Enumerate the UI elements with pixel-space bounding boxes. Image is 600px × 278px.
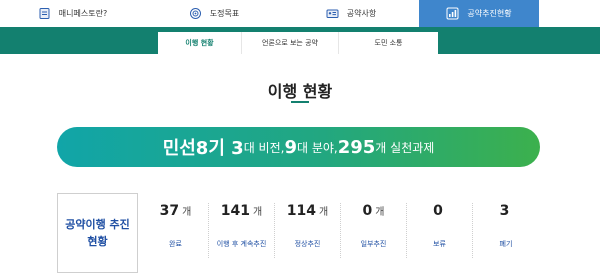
banner-term-count: 민선8기 3	[162, 138, 244, 159]
target-icon	[189, 7, 202, 20]
stat-continuing: 141 개 이행 후 계속추진	[209, 203, 275, 258]
id-card-icon	[326, 7, 339, 20]
banner-vision-unit: 대 비전,	[243, 140, 285, 155]
sub-tabs: 이행 현황 언론으로 보는 공약 도민 소통	[158, 32, 438, 54]
stat-partial: 0개 일부추진	[341, 203, 407, 258]
tab-label: 이행 현황	[185, 39, 214, 47]
page-title: 이행 현황	[267, 82, 333, 101]
stat-label: 일부추진	[360, 240, 387, 248]
stat-label: 정상추진	[294, 240, 321, 248]
status-box-label: 공약이행 추진 현황	[65, 218, 130, 248]
tab-citizen-communication[interactable]: 도민 소통	[339, 32, 438, 54]
nav-item-label: 도정목표	[209, 9, 240, 18]
nav-item-pledges[interactable]: 공약사항	[283, 0, 419, 27]
stat-label: 이행 후 계속추진	[216, 240, 267, 248]
nav-item-label: 공약사항	[346, 9, 377, 18]
chart-icon	[446, 7, 459, 20]
stat-value: 0	[362, 203, 373, 219]
stat-value: 141	[220, 203, 251, 219]
stat-value: 0	[433, 203, 443, 219]
stat-discarded: 3 폐기	[473, 203, 539, 258]
stat-value: 3	[499, 203, 510, 219]
summary-banner: 민선8기 3 대 비전, 9 대 분야, 295 개 실천과제	[57, 127, 540, 167]
banner-field-unit: 대 분야,	[296, 140, 338, 155]
nav-item-progress[interactable]: 공약추진현황	[419, 0, 539, 27]
top-navigation: 매니페스토란? 도정목표 공약사항 공약추진현황	[0, 0, 600, 27]
stats-row: 37 개 완료 141 개 이행 후 계속추진 114 개 정상추진 0개 일부추진 …	[143, 203, 540, 258]
tab-label: 언론으로 보는 공약	[262, 39, 318, 47]
title-underline	[291, 101, 309, 103]
stat-label: 보류	[433, 240, 446, 248]
banner-task-count: 295	[337, 136, 376, 158]
stat-unit: 개	[319, 207, 329, 218]
nav-item-label: 공약추진현황	[467, 9, 512, 18]
stat-completed: 37 개 완료	[143, 203, 209, 258]
nav-item-manifesto[interactable]: 매니페스토란?	[0, 0, 145, 27]
nav-item-goals[interactable]: 도정목표	[145, 0, 283, 27]
stat-unit: 개	[375, 207, 385, 218]
stat-normal: 114 개 정상추진	[275, 203, 341, 258]
stat-unit: 개	[253, 207, 263, 218]
status-box: 공약이행 추진 현황	[57, 193, 138, 273]
stat-on-hold: 0 보류	[407, 203, 473, 258]
stat-unit: 개	[182, 207, 192, 218]
banner-field-count: 9	[284, 136, 297, 158]
nav-item-label: 매니페스토란?	[58, 9, 108, 18]
stat-label: 완료	[169, 240, 182, 248]
banner-task-unit: 개 실천과제	[375, 140, 435, 155]
stat-value: 37	[159, 203, 180, 219]
stat-value: 114	[286, 203, 317, 219]
tab-press-coverage[interactable]: 언론으로 보는 공약	[242, 32, 339, 54]
tab-progress-status[interactable]: 이행 현황	[158, 32, 242, 54]
tab-label: 도민 소통	[374, 39, 403, 47]
stat-label: 폐기	[499, 240, 513, 248]
document-icon	[38, 7, 51, 20]
